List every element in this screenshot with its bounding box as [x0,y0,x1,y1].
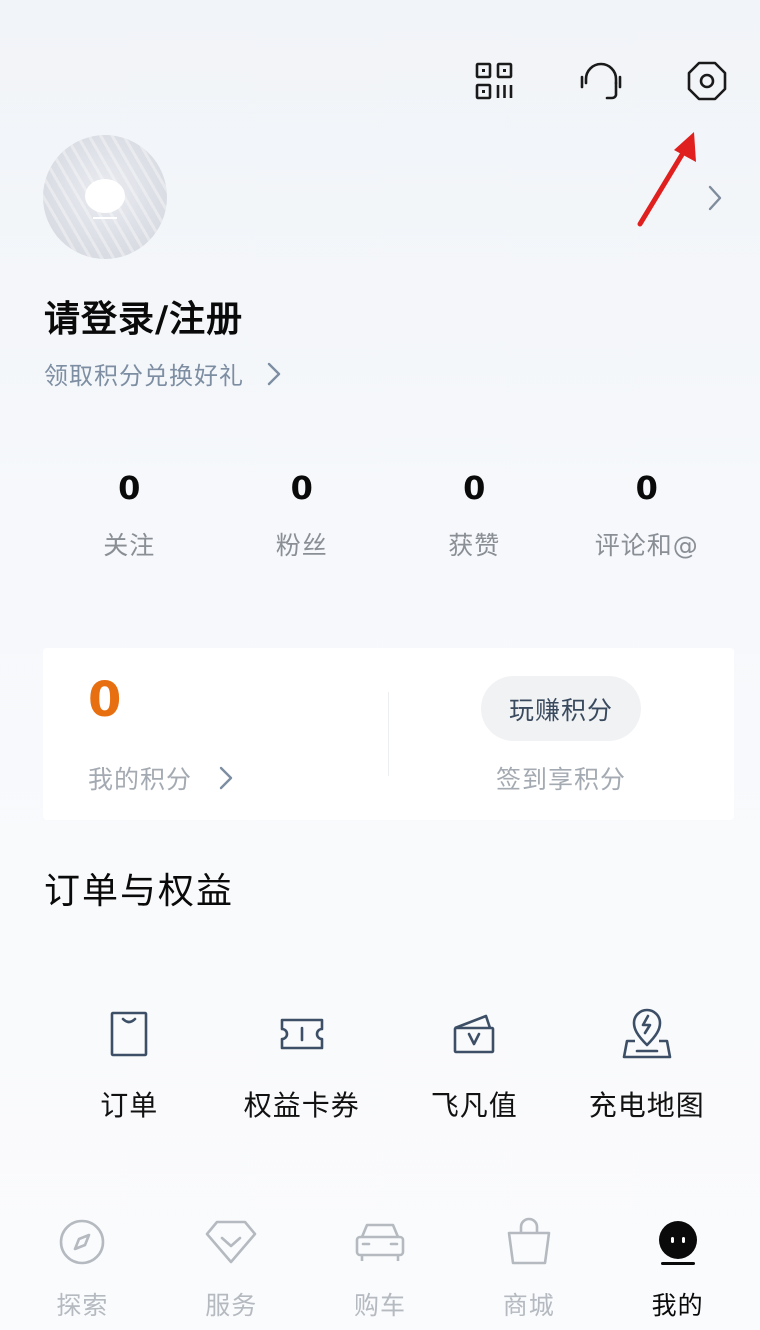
signin-points-label: 签到享积分 [495,765,626,794]
my-points-link[interactable]: 我的积分 [88,760,234,796]
stat-value: 0 [290,469,313,507]
order-item-charging-map[interactable]: 充电地图 [561,1004,734,1124]
bottom-tab-bar: 探索 服务 购车 商城 我的 [0,1210,760,1330]
login-register-title[interactable]: 请登录/注册 [44,290,243,342]
stat-value: 0 [463,469,486,507]
stat-label: 评论和@ [594,531,699,560]
order-item-label: 权益卡券 [243,1089,360,1122]
order-item-orders[interactable]: 订单 [43,1004,216,1124]
tab-service[interactable]: 服务 [157,1210,306,1330]
charging-map-icon [617,1004,677,1064]
order-item-feifan-value[interactable]: 飞凡值 [388,1004,561,1124]
coupon-icon [272,1004,332,1064]
shopping-bag-icon [501,1214,557,1270]
stat-value: 0 [118,469,141,507]
annotation-arrow [637,132,696,227]
stat-label: 关注 [103,531,156,560]
tab-mall[interactable]: 商城 [454,1210,603,1330]
tab-label: 购车 [353,1291,406,1320]
orders-section-title: 订单与权益 [44,871,235,912]
settings-icon[interactable] [683,57,731,105]
divider [388,692,389,776]
stat-comments-mentions[interactable]: 0 评论和@ [561,466,734,562]
profile-chevron-right-icon[interactable] [704,184,726,216]
tab-label: 我的 [651,1291,704,1320]
order-item-label: 订单 [100,1089,159,1122]
earn-points-button[interactable]: 玩赚积分 [481,676,641,741]
claim-points-label: 领取积分兑换好礼 [44,362,244,390]
order-item-label: 飞凡值 [430,1089,518,1122]
wallet-icon [444,1004,504,1064]
my-points-label: 我的积分 [88,765,193,794]
profile-stats: 0 关注 0 粉丝 0 获赞 0 评论和@ [43,466,733,562]
profile-face-icon [650,1214,706,1270]
stat-likes[interactable]: 0 获赞 [388,466,561,562]
stat-following[interactable]: 0 关注 [43,466,216,562]
tab-label: 商城 [502,1291,555,1320]
avatar[interactable] [43,135,167,259]
tab-mine[interactable]: 我的 [603,1210,752,1330]
claim-points-link[interactable]: 领取积分兑换好礼 [44,356,282,391]
qr-code-icon[interactable] [470,57,518,105]
stat-value: 0 [635,469,658,507]
compass-icon [54,1214,110,1270]
stat-followers[interactable]: 0 粉丝 [216,466,389,562]
car-icon [352,1214,408,1270]
order-item-coupons[interactable]: 权益卡券 [216,1004,389,1124]
chevron-right-icon [219,766,233,790]
chevron-right-icon [267,362,281,385]
orders-grid: 订单 权益卡券 飞凡值 充电地图 [43,1004,733,1124]
diamond-icon [203,1214,259,1270]
headset-icon[interactable] [577,57,625,105]
tab-buy-car[interactable]: 购车 [306,1210,455,1330]
stat-label: 获赞 [448,531,501,560]
order-item-label: 充电地图 [588,1089,705,1122]
points-value: 0 [88,672,122,728]
stat-label: 粉丝 [275,531,328,560]
points-card: 0 我的积分 玩赚积分 签到享积分 [43,648,734,820]
tab-label: 探索 [56,1291,109,1320]
order-bag-icon [99,1004,159,1064]
tab-label: 服务 [205,1291,258,1320]
tab-explore[interactable]: 探索 [8,1210,157,1330]
